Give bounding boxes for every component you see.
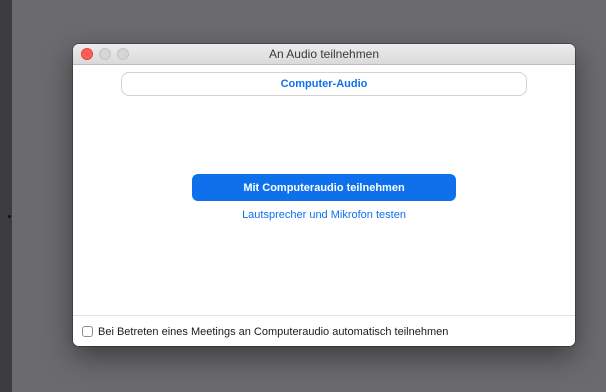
test-speaker-microphone-link[interactable]: Lautsprecher und Mikrofon testen [73, 209, 575, 221]
title-bar[interactable]: An Audio teilnehmen [73, 44, 575, 65]
tab-computer-audio[interactable]: Computer-Audio [281, 78, 368, 90]
minimize-window-button[interactable] [99, 48, 111, 60]
footer-bar: Bei Betreten eines Meetings an Computera… [73, 315, 575, 346]
audio-tab-bar: Computer-Audio [121, 72, 527, 96]
close-window-button[interactable] [81, 48, 93, 60]
auto-join-audio-checkbox[interactable] [82, 326, 93, 337]
join-with-computer-audio-button[interactable]: Mit Computeraudio teilnehmen [192, 174, 456, 201]
window-controls [81, 48, 129, 60]
maximize-window-button[interactable] [117, 48, 129, 60]
window-title: An Audio teilnehmen [268, 47, 380, 61]
audio-join-dialog: An Audio teilnehmen Computer-Audio Mit C… [73, 44, 575, 346]
desktop-background-edge [0, 0, 12, 392]
auto-join-audio-label[interactable]: Bei Betreten eines Meetings an Computera… [98, 326, 448, 338]
mouse-cursor-dot [8, 215, 11, 218]
